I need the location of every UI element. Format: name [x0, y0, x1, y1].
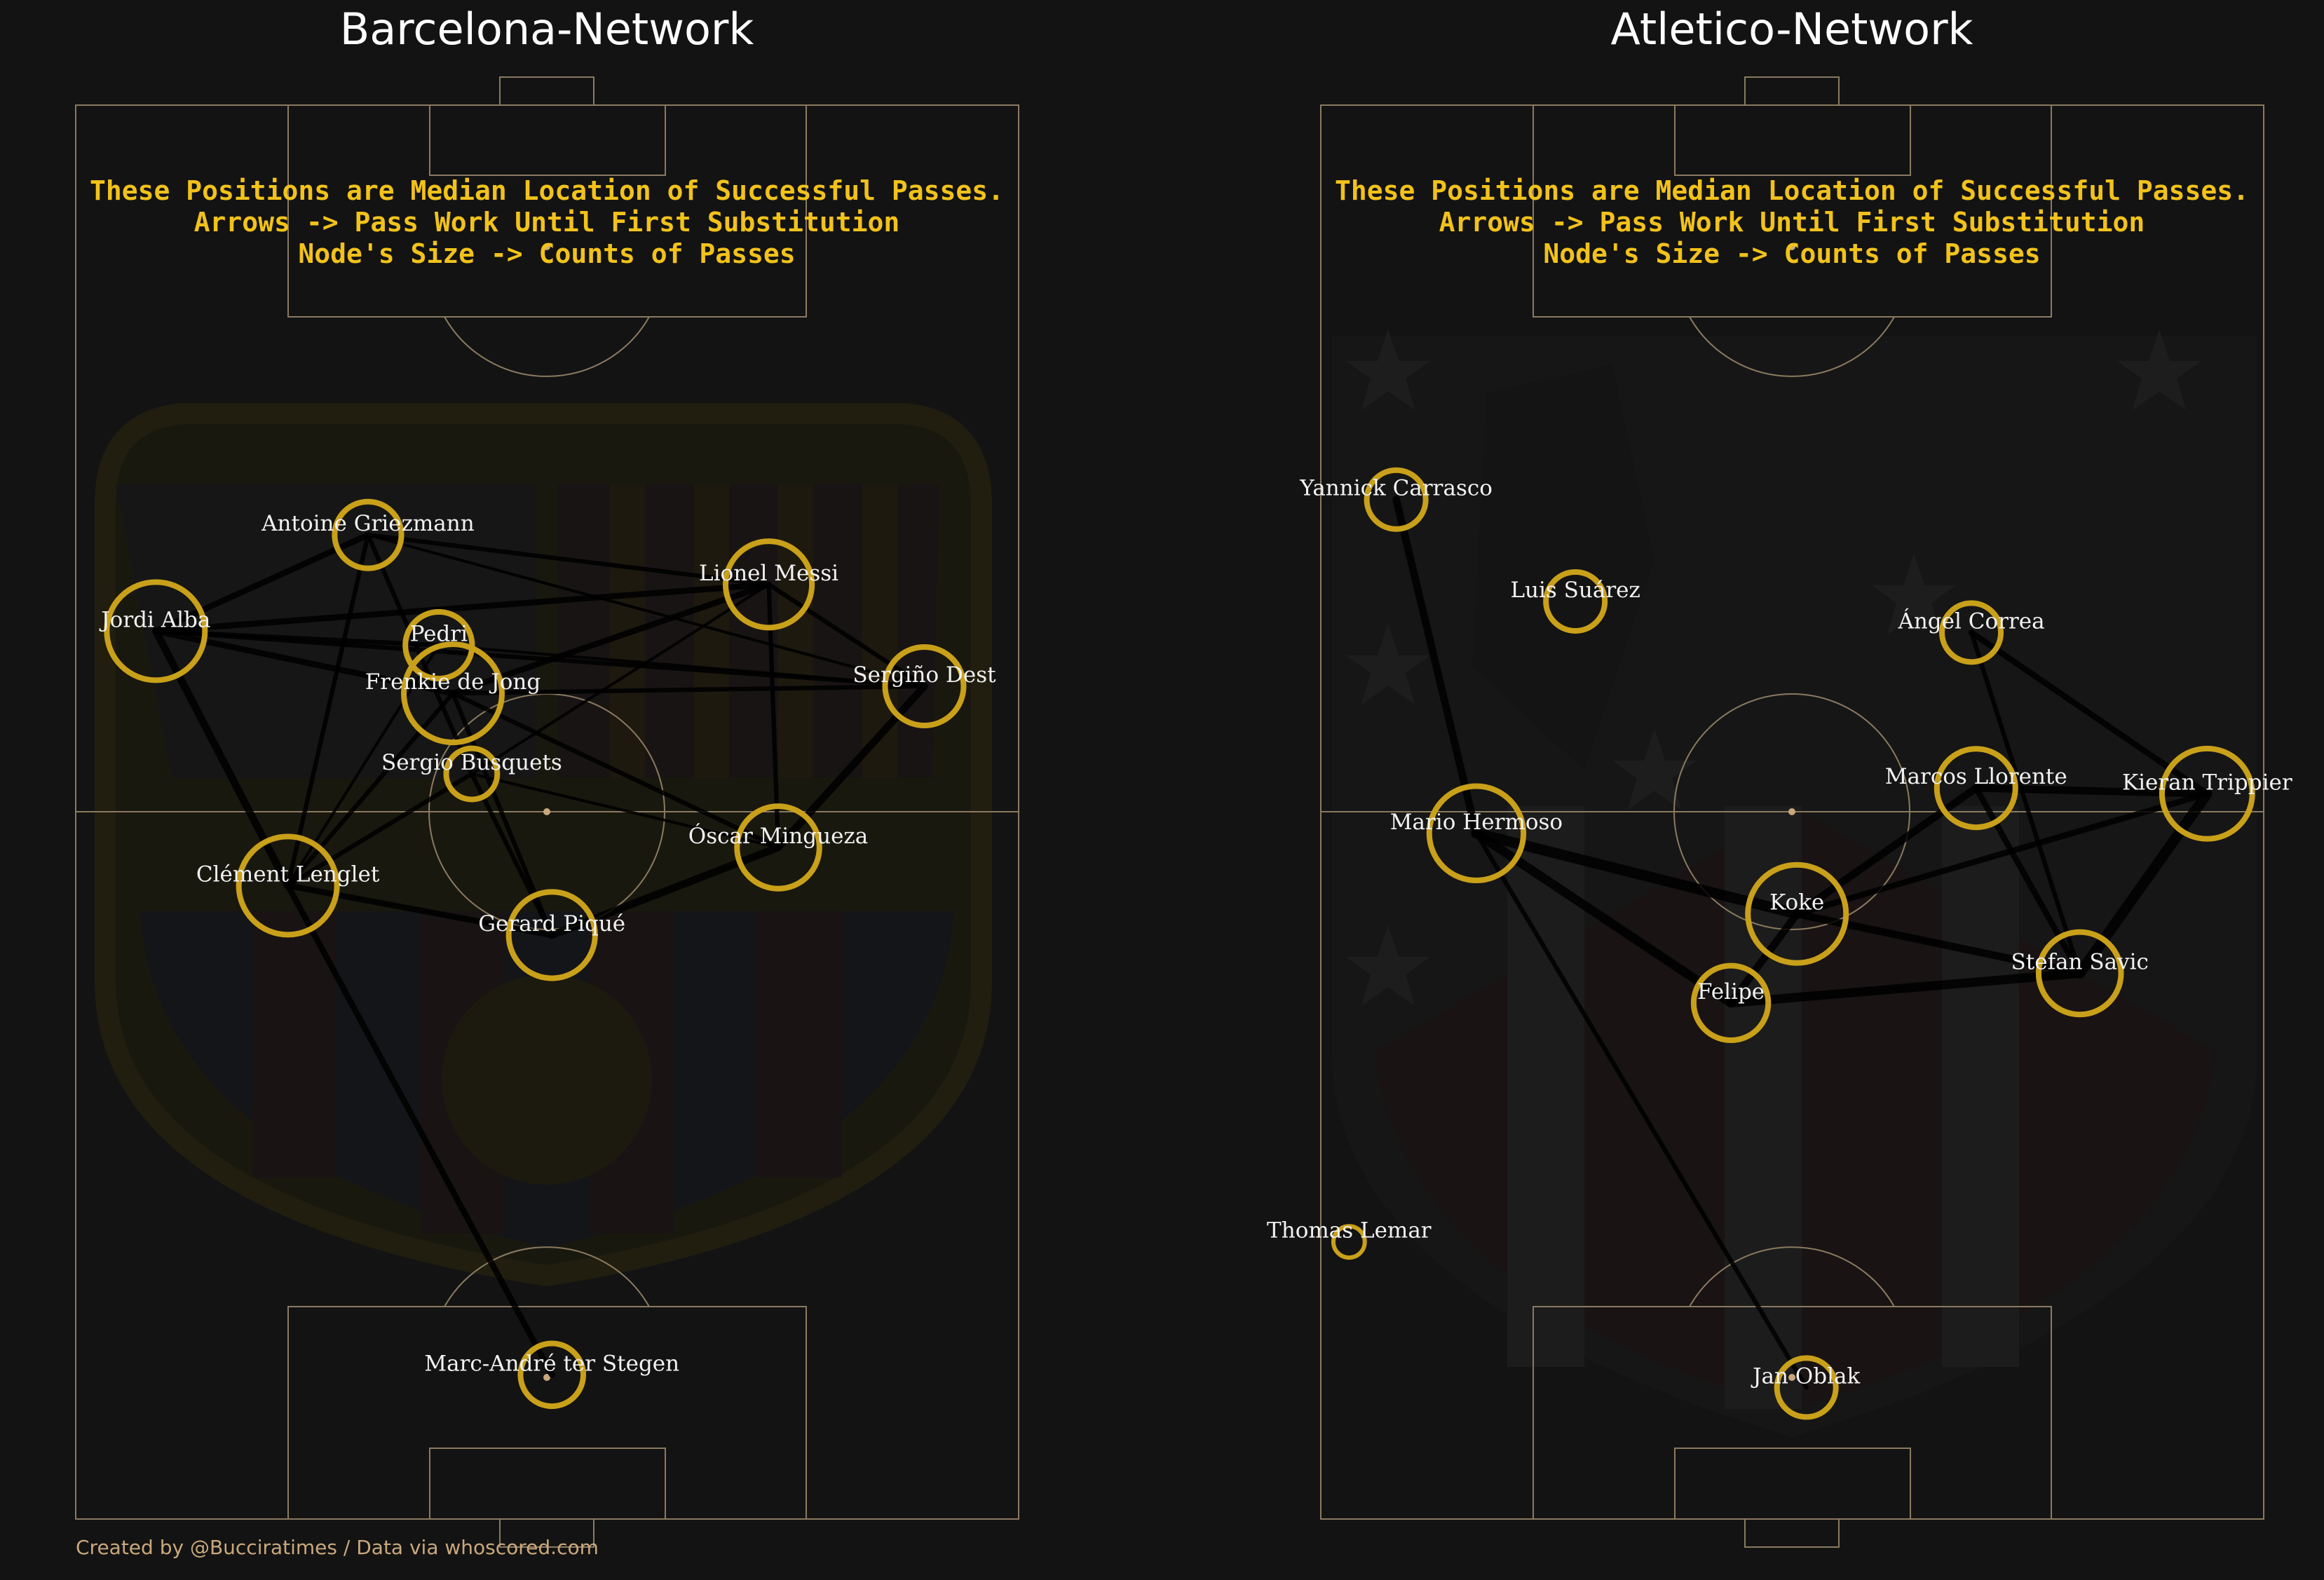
atletico-annotation: These Positions are Median Location of S…	[1335, 175, 2249, 269]
top-goal	[499, 76, 594, 106]
player-label-oscar-mingueza: Óscar Mingueza	[688, 822, 868, 849]
player-label-clement-lenglet: Clément Lenglet	[196, 861, 380, 887]
pass-network-figure: Barcelona-Network These Positions are Me…	[75, 4, 2292, 1559]
atletico-title: Atletico-Network	[1611, 4, 1973, 55]
player-label-mario-hermoso: Mario Hermoso	[1390, 810, 1563, 835]
player-label-sergino-dest: Sergiño Dest	[852, 662, 996, 688]
player-label-marcos-llorente: Marcos Llorente	[1885, 764, 2067, 789]
player-label-sergio-busquets: Sergio Busquets	[381, 750, 562, 775]
player-label-gerard-pique: Gerard Piqué	[478, 911, 625, 937]
annotation-line-3: Node's Size -> Counts of Passes	[298, 238, 795, 269]
bottom-goal	[1744, 1518, 1840, 1548]
player-label-kieran-trippier: Kieran Trippier	[2122, 770, 2292, 795]
annotation-line-2: Arrows -> Pass Work Until First Substitu…	[194, 207, 900, 238]
top-six-yard-box	[429, 104, 666, 176]
top-penalty-arc	[444, 316, 650, 377]
player-label-yannick-carrasco: Yannick Carrasco	[1299, 476, 1493, 501]
center-spot	[543, 808, 550, 815]
top-goal	[1744, 76, 1840, 106]
player-label-jordi-alba: Jordi Alba	[99, 607, 210, 632]
player-label-antoine-griezmann: Antoine Griezmann	[261, 511, 475, 536]
bottom-penalty-box	[287, 1306, 807, 1520]
annotation-line-3: Node's Size -> Counts of Passes	[1543, 238, 2040, 269]
player-label-felipe: Felipe	[1697, 979, 1765, 1004]
top-six-yard-box	[1674, 104, 1911, 176]
bottom-six-yard-box	[1674, 1448, 1911, 1520]
player-label-frenkie-de-jong: Frenkie de Jong	[365, 669, 541, 695]
barcelona-pitch	[75, 76, 1019, 1548]
player-label-koke: Koke	[1769, 890, 1824, 915]
annotation-line-1: These Positions are Median Location of S…	[1335, 175, 2249, 206]
barcelona-annotation: These Positions are Median Location of S…	[90, 175, 1004, 269]
player-label-lionel-messi: Lionel Messi	[699, 561, 838, 586]
player-label-luis-suarez: Luis Suárez	[1510, 578, 1640, 603]
annotation-line-1: These Positions are Median Location of S…	[90, 175, 1004, 206]
player-label-thomas-lemar: Thomas Lemar	[1267, 1218, 1432, 1244]
player-label-marc-andre-ter-stegen: Marc-André ter Stegen	[424, 1351, 679, 1376]
annotation-line-2: Arrows -> Pass Work Until First Substitu…	[1439, 207, 2145, 238]
atletico-panel: Atletico-Network These Positions are Med…	[1267, 4, 2292, 1548]
barcelona-title: Barcelona-Network	[340, 4, 754, 55]
barcelona-panel: Barcelona-Network These Positions are Me…	[75, 4, 1019, 1548]
credit-text: Created by @Bucciratimes / Data via whos…	[76, 1536, 599, 1559]
player-label-angel-correa: Ángel Correa	[1897, 607, 2044, 634]
player-label-stefan-savic: Stefan Savic	[2011, 949, 2149, 974]
bottom-six-yard-box	[429, 1448, 666, 1520]
player-label-jan-oblak: Jan Oblak	[1751, 1363, 1860, 1389]
center-spot	[1788, 808, 1795, 815]
